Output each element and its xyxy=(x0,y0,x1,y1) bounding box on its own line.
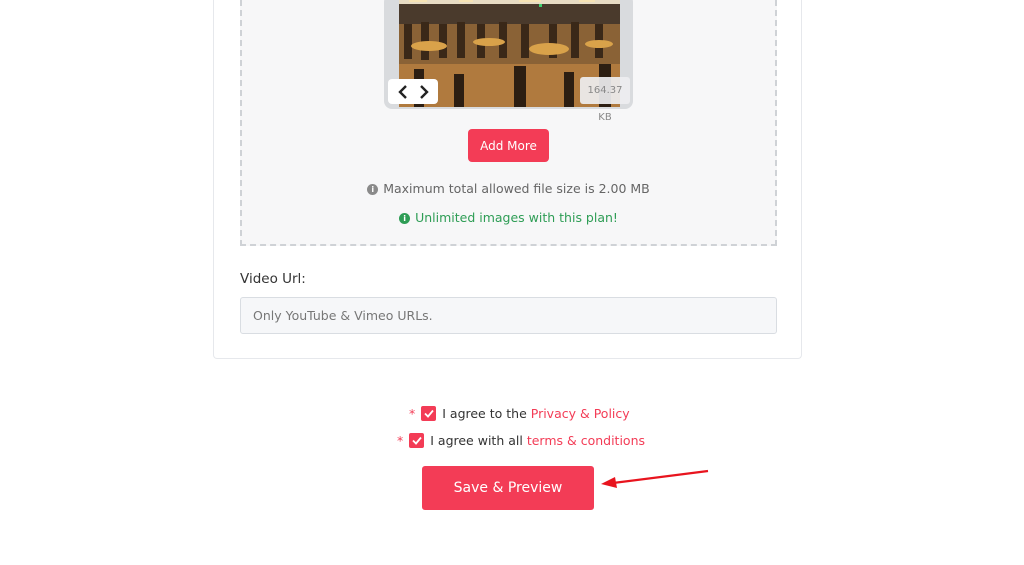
add-more-button[interactable]: Add More xyxy=(468,129,549,162)
image-carousel-nav xyxy=(388,79,438,104)
required-marker: * xyxy=(397,432,404,448)
video-url-label: Video Url: xyxy=(240,271,306,287)
terms-checkbox[interactable] xyxy=(409,432,425,448)
unlimited-images-note: i Unlimited images with this plan! xyxy=(240,210,777,225)
required-marker: * xyxy=(409,405,416,421)
privacy-policy-link[interactable]: Privacy & Policy xyxy=(531,406,630,421)
video-url-input[interactable] xyxy=(240,297,777,334)
file-size-badge: 164.37 KB xyxy=(580,77,630,123)
privacy-agreement-row: * I agree to the Privacy & Policy xyxy=(409,405,630,421)
terms-prefix-text: I agree with all xyxy=(430,432,523,448)
info-icon: i xyxy=(399,213,411,224)
check-icon xyxy=(412,436,422,445)
info-icon: i xyxy=(367,184,379,195)
annotation-arrow-icon xyxy=(601,469,709,488)
privacy-checkbox[interactable] xyxy=(421,405,437,421)
terms-agreement-row: * I agree with all terms & conditions xyxy=(397,432,645,448)
max-file-size-text: Maximum total allowed file size is 2.00 … xyxy=(383,181,650,196)
terms-conditions-link[interactable]: terms & conditions xyxy=(527,433,645,448)
chevron-right-icon[interactable] xyxy=(417,84,431,99)
unlimited-images-text: Unlimited images with this plan! xyxy=(415,210,618,225)
max-file-size-note: i Maximum total allowed file size is 2.00… xyxy=(240,181,777,196)
chevron-left-icon[interactable] xyxy=(396,84,410,99)
check-icon xyxy=(424,409,434,418)
privacy-prefix-text: I agree to the xyxy=(442,405,527,421)
save-preview-button[interactable]: Save & Preview xyxy=(422,466,594,510)
